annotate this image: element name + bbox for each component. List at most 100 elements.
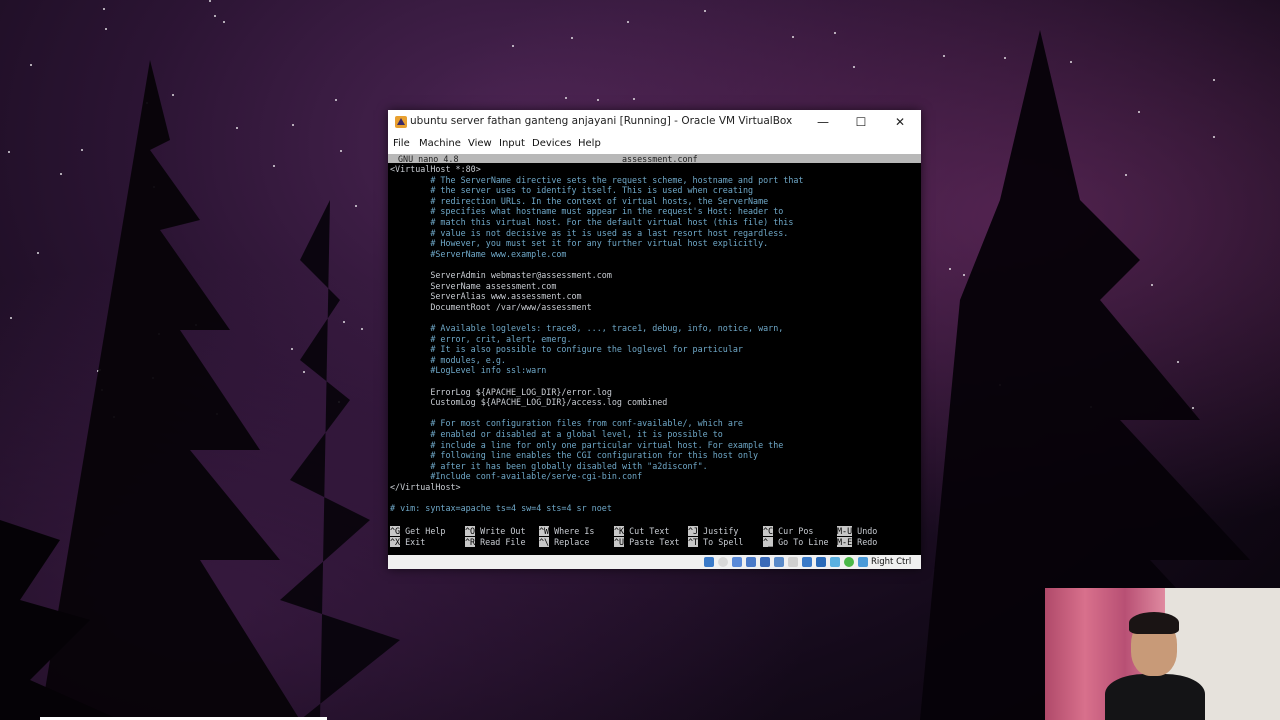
editor-line: # enabled or disabled at a global level,… (390, 429, 723, 439)
shortcut-label: Undo (852, 526, 878, 536)
shortcut-key: ^U (614, 536, 625, 547)
shortcut-exit[interactable]: ^X Exit (390, 536, 426, 547)
menu-bar: File Machine View Input Devices Help (388, 134, 921, 154)
vm-terminal-screen[interactable]: GNU nano 4.8 assessment.conf <VirtualHos… (388, 154, 921, 555)
shortcut-label: Exit (400, 536, 426, 547)
shortcut-write-out[interactable]: ^O Write Out (465, 526, 526, 536)
editor-line: # specifies what hostname must appear in… (390, 206, 784, 217)
webcam-overlay (1045, 588, 1280, 720)
network-icon[interactable] (746, 557, 756, 567)
shortcut-key: M-U (837, 526, 853, 536)
maximize-button[interactable]: ☐ (843, 110, 879, 134)
editor-line: # For most configuration files from conf… (390, 418, 743, 429)
minimize-button[interactable]: — (805, 110, 841, 134)
nano-filename: assessment.conf (622, 154, 698, 164)
shortcut-label: Write Out (475, 526, 526, 536)
hard-disk-icon[interactable] (704, 557, 714, 567)
editor-line: # value is not decisive as it is used as… (390, 227, 789, 238)
shortcut-key: ^O (465, 526, 476, 536)
editor-line: ServerAlias www.assessment.com (390, 291, 582, 302)
menu-help[interactable]: Help (578, 138, 601, 149)
editor-line: # match this virtual host. For the defau… (390, 217, 794, 227)
shortcut-label: Redo (852, 536, 878, 547)
shortcut-label: Paste Text (624, 536, 680, 547)
mouse-integration-icon[interactable] (844, 557, 854, 567)
editor-line: # following line enables the CGI configu… (390, 450, 759, 461)
shortcut-to-spell[interactable]: ^T To Spell (688, 536, 744, 547)
editor-line: # However, you must set it for any furth… (390, 238, 769, 249)
nano-title-bar: GNU nano 4.8 assessment.conf (388, 154, 921, 164)
menu-machine[interactable]: Machine (419, 138, 461, 149)
shared-folders-icon[interactable] (774, 557, 784, 567)
audio-icon[interactable] (732, 557, 742, 567)
editor-line: <VirtualHost *:80> (390, 164, 481, 174)
shortcut-get-help[interactable]: ^G Get Help (390, 526, 445, 536)
shortcut-replace[interactable]: ^\ Replace (539, 536, 590, 547)
editor-line: # after it has been globally disabled wi… (390, 460, 708, 471)
editor-line: # Available loglevels: trace8, ..., trac… (390, 323, 784, 333)
editor-line: #LogLevel info ssl:warn (390, 365, 547, 376)
virtualbox-window: ubuntu server fathan ganteng anjayani [R… (388, 110, 921, 569)
shortcut-cur-pos[interactable]: ^C Cur Pos (763, 526, 813, 536)
window-titlebar[interactable]: ubuntu server fathan ganteng anjayani [R… (388, 110, 921, 134)
window-title: ubuntu server fathan ganteng anjayani [R… (410, 115, 793, 127)
shortcut-go-to-line[interactable]: ^_ Go To Line (763, 536, 829, 547)
display-icon[interactable] (788, 557, 798, 567)
shortcut-label: Cur Pos (773, 526, 814, 536)
shortcut-redo[interactable]: M-E Redo (837, 536, 878, 547)
editor-line: DocumentRoot /var/www/assessment (390, 301, 592, 312)
editor-line: ServerName assessment.com (390, 280, 557, 291)
shortcut-label: Justify (698, 526, 739, 536)
guest-additions-icon[interactable] (816, 557, 826, 567)
close-button[interactable]: ✕ (882, 110, 918, 134)
menu-file[interactable]: File (393, 138, 410, 149)
editor-line: #ServerName www.example.com (390, 248, 567, 259)
shortcut-label: Go To Line (773, 536, 829, 547)
shortcut-key: ^T (688, 536, 699, 547)
editor-line: # redirection URLs. In the context of vi… (390, 195, 769, 206)
shortcut-label: To Spell (698, 536, 744, 547)
shortcut-where-is[interactable]: ^W Where Is (539, 526, 594, 536)
shortcut-label: Read File (475, 536, 526, 547)
shortcut-key: ^X (390, 536, 401, 547)
shortcut-key: ^K (614, 526, 625, 536)
editor-line: CustomLog ${APACHE_LOG_DIR}/access.log c… (390, 397, 668, 408)
optical-drive-icon[interactable] (718, 557, 728, 567)
shortcut-label: Get Help (400, 526, 446, 536)
editor-line: # vim: syntax=apache ts=4 sw=4 sts=4 sr … (390, 503, 612, 514)
webcam-person-body (1105, 674, 1205, 720)
host-key-label: Right Ctrl (871, 557, 912, 567)
shortcut-key: ^C (763, 526, 774, 536)
editor-line: # error, crit, alert, emerg. (390, 333, 572, 344)
shortcut-key: M-E (837, 536, 853, 547)
shortcut-key: ^\ (539, 536, 550, 547)
editor-line: # modules, e.g. (390, 354, 506, 365)
shortcut-read-file[interactable]: ^R Read File (465, 536, 526, 547)
usb-icon[interactable] (760, 557, 770, 567)
editor-line: # the server uses to identify itself. Th… (390, 185, 754, 196)
menu-view[interactable]: View (468, 138, 492, 149)
shortcut-label: Where Is (549, 526, 595, 536)
editor-line: </VirtualHost> (390, 482, 461, 492)
vm-status-bar: Right Ctrl (388, 555, 921, 569)
editor-line: # The ServerName directive sets the requ… (390, 174, 804, 185)
editor-line: ServerAdmin webmaster@assessment.com (390, 270, 612, 280)
editor-line: #Include conf-available/serve-cgi-bin.co… (390, 471, 643, 482)
keyboard-capture-icon[interactable] (858, 557, 868, 567)
cpu-activity-icon[interactable] (830, 557, 840, 567)
video-capture-icon[interactable] (802, 557, 812, 567)
shortcut-paste-text[interactable]: ^U Paste Text (614, 536, 680, 547)
shortcut-label: Replace (549, 536, 590, 547)
shortcut-label: Cut Text (624, 526, 670, 536)
shortcut-undo[interactable]: M-U Undo (837, 526, 877, 536)
editor-line: # It is also possible to configure the l… (390, 344, 743, 355)
webcam-person-hair (1129, 612, 1179, 634)
menu-input[interactable]: Input (499, 138, 525, 149)
shortcut-justify[interactable]: ^J Justify (688, 526, 738, 536)
editor-line: # include a line for only one particular… (390, 439, 784, 450)
menu-devices[interactable]: Devices (532, 138, 571, 149)
shortcut-key: ^J (688, 526, 699, 536)
shortcut-cut-text[interactable]: ^K Cut Text (614, 526, 669, 536)
editor-line: ErrorLog ${APACHE_LOG_DIR}/error.log (390, 386, 612, 397)
shortcut-key: ^G (390, 526, 401, 536)
